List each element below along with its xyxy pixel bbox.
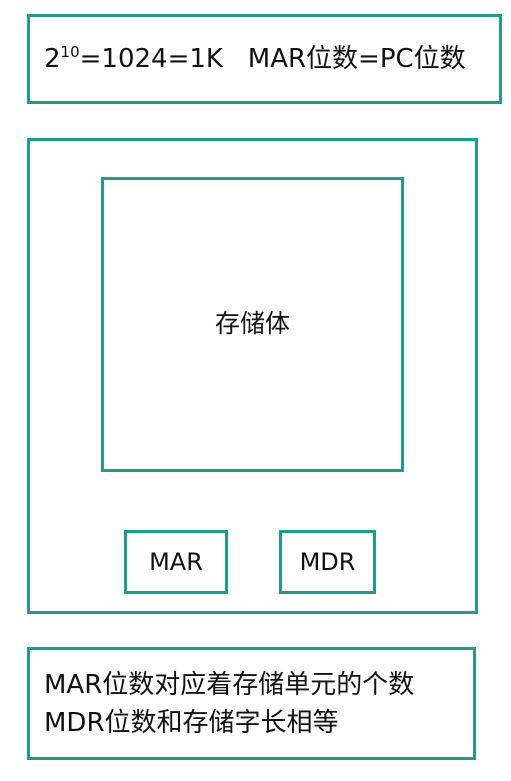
formula-base: 2 [44,44,61,74]
mar-label: MAR [149,548,203,576]
notes-box: MAR位数对应着存储单元的个数 MDR位数和存储字长相等 [27,647,476,760]
formula-rest: =1024=1K MAR位数=PC位数 [79,44,466,74]
notes-text: MAR位数对应着存储单元的个数 MDR位数和存储字长相等 [44,666,414,742]
mdr-label: MDR [299,548,356,576]
formula-text: 210=1024=1K MAR位数=PC位数 [44,43,466,75]
mdr-register-box: MDR [279,530,376,594]
storage-body-box: 存储体 [101,177,404,472]
notes-line-1: MAR位数对应着存储单元的个数 [44,670,415,700]
mar-register-box: MAR [124,530,228,594]
notes-line-2: MDR位数和存储字长相等 [44,708,339,738]
storage-body-label: 存储体 [214,309,290,338]
formula-exponent: 10 [60,43,80,61]
formula-box: 210=1024=1K MAR位数=PC位数 [27,14,502,104]
